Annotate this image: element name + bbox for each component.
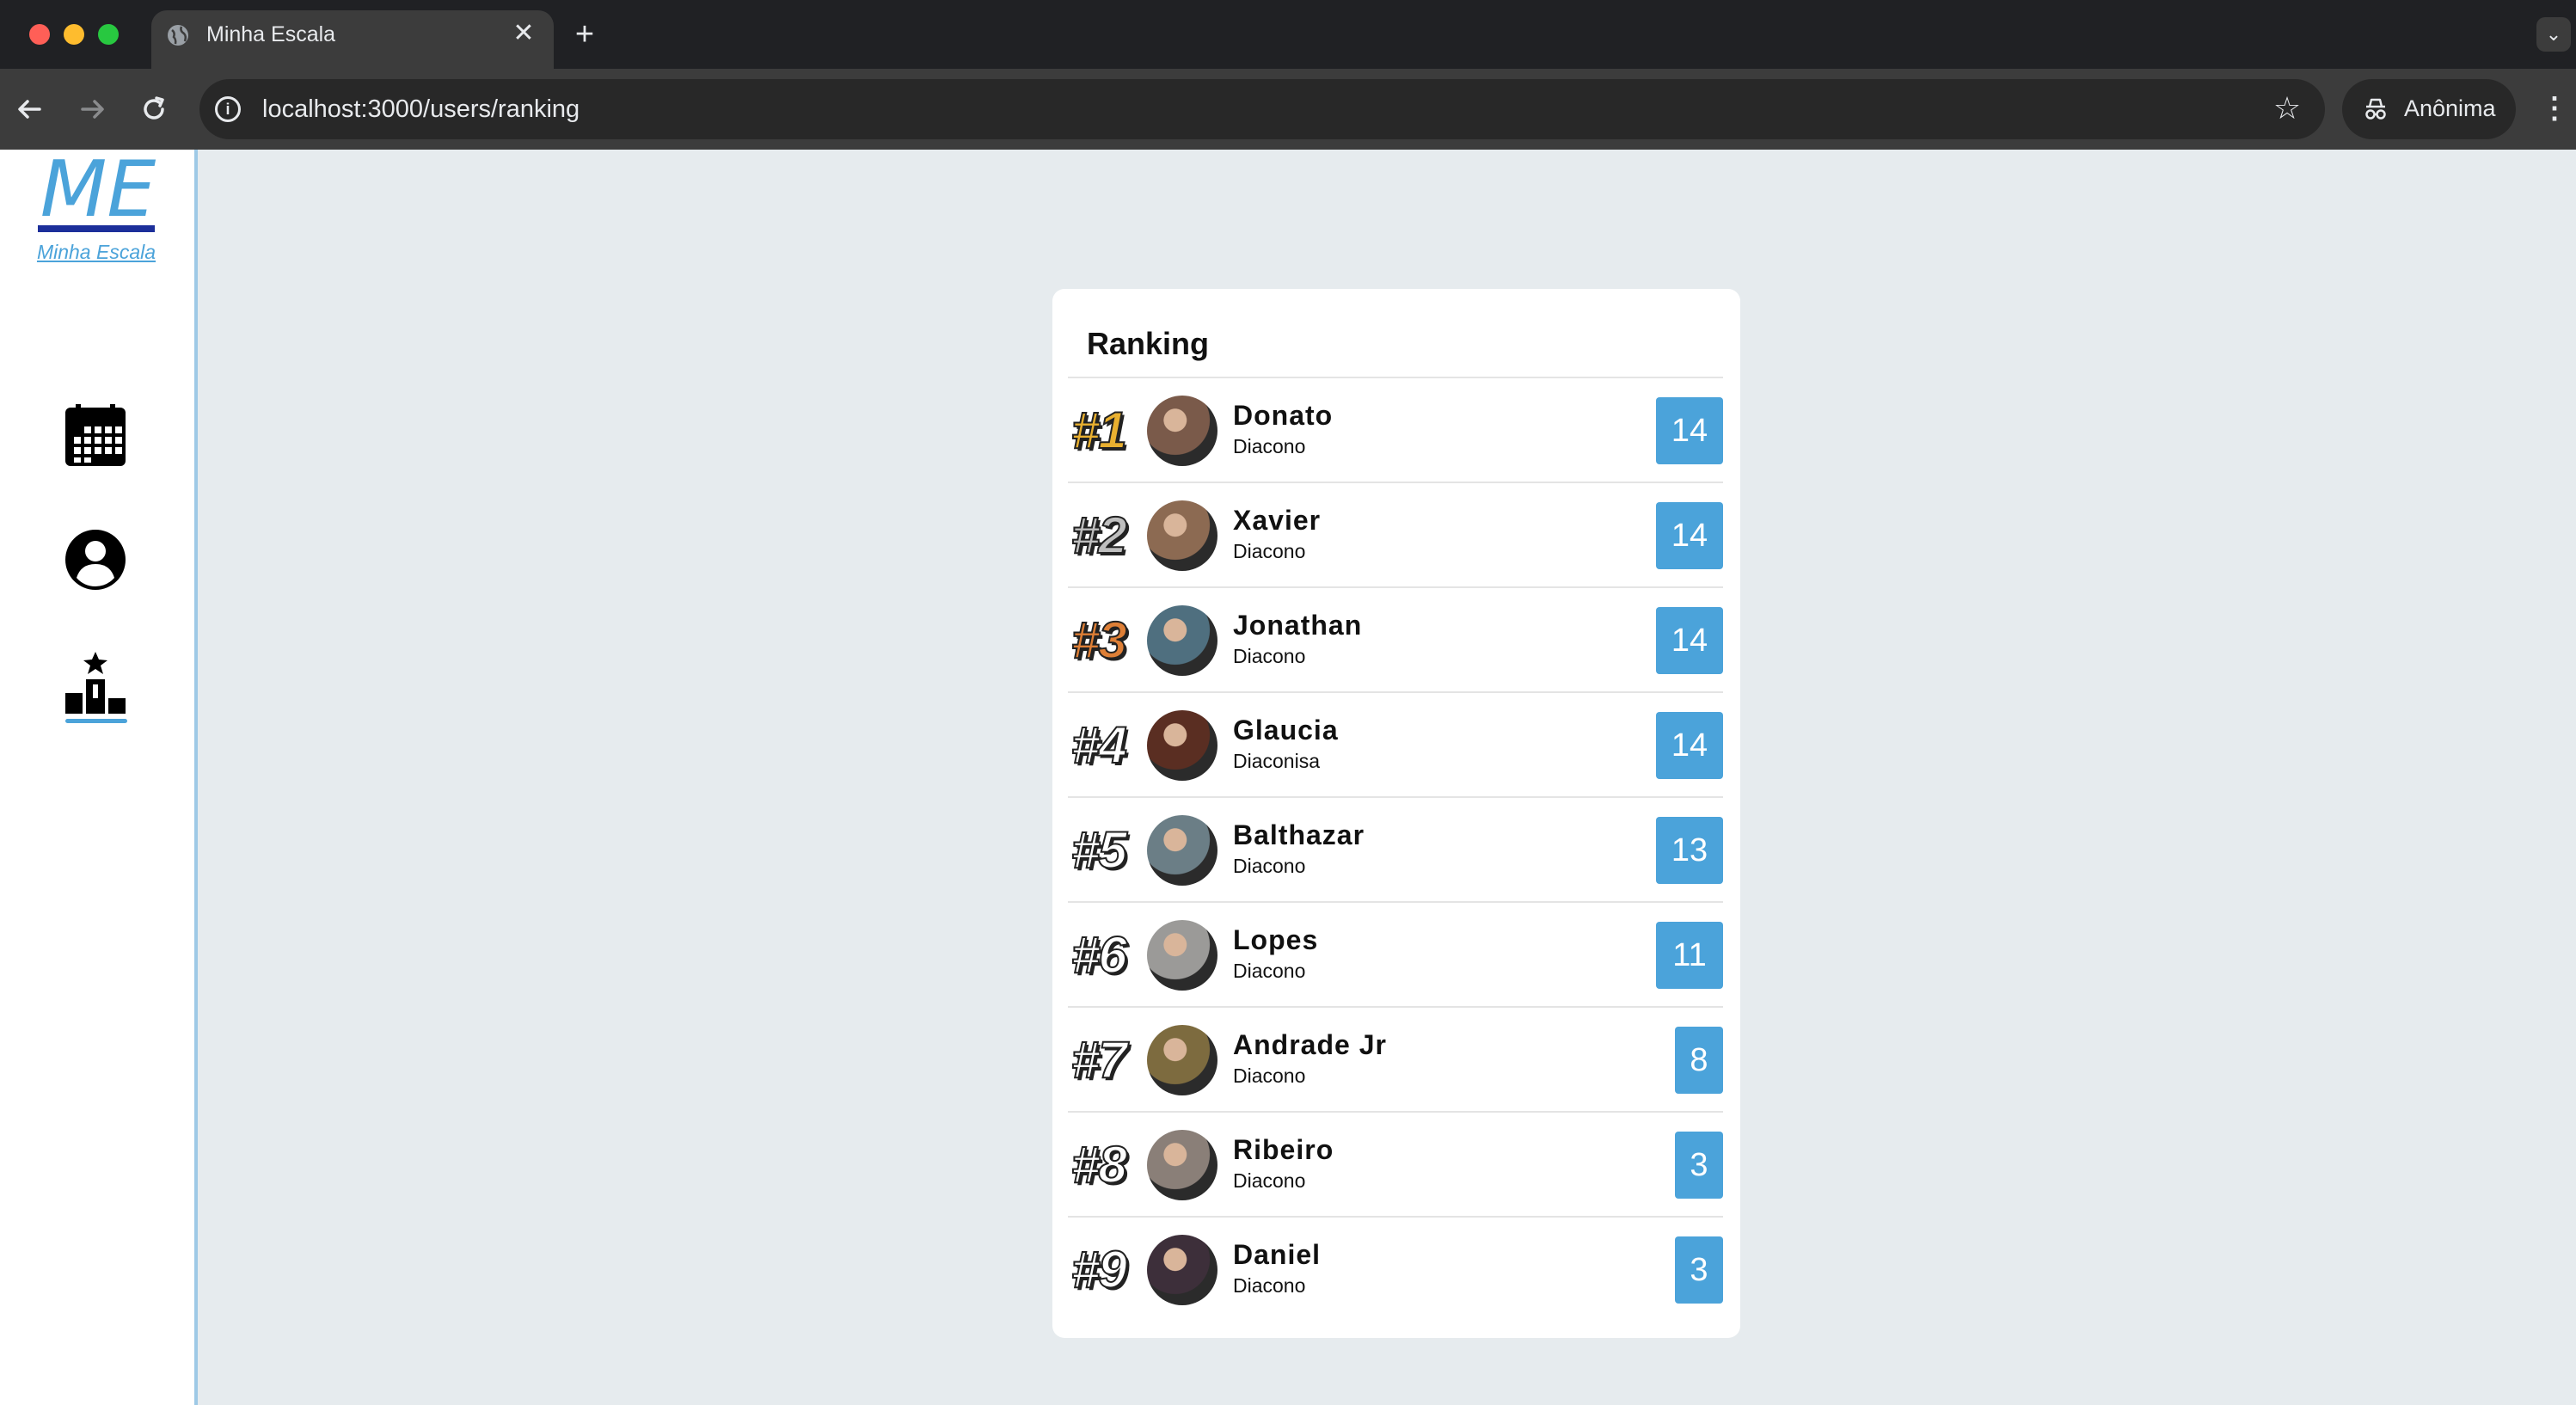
member-name: Glaucia xyxy=(1233,715,1339,745)
member-name: Daniel xyxy=(1233,1239,1322,1270)
browser-menu-icon[interactable]: ⋮ xyxy=(2540,89,2569,127)
rank-position: #5 xyxy=(1070,821,1128,880)
url-text[interactable]: localhost:3000/users/ranking xyxy=(262,93,580,126)
member-role: Diacono xyxy=(1233,540,1306,562)
rank-position: #3 xyxy=(1070,611,1128,670)
app-sidebar xyxy=(0,150,198,1405)
ranking-row: #8 Ribeiro Diacono 3 xyxy=(1068,1113,1723,1218)
member-role: Diacono xyxy=(1233,645,1306,667)
rank-position: #9 xyxy=(1070,1241,1128,1299)
tab-close-icon[interactable]: ✕ xyxy=(511,19,537,48)
member-role: Diacono xyxy=(1233,435,1306,457)
avatar xyxy=(1147,815,1217,886)
score-badge: 14 xyxy=(1656,397,1723,464)
close-window-button[interactable] xyxy=(29,24,50,45)
member-name: Lopes xyxy=(1233,924,1319,955)
app-logo-subtitle[interactable]: Minha Escala xyxy=(31,239,162,265)
avatar xyxy=(1147,396,1217,466)
tab-search-button[interactable]: ⌄ xyxy=(2536,17,2571,52)
avatar xyxy=(1147,605,1217,676)
avatar xyxy=(1147,920,1217,991)
rank-position: #4 xyxy=(1070,716,1128,775)
member-name: Balthazar xyxy=(1233,819,1365,850)
minimize-window-button[interactable] xyxy=(64,24,84,45)
ranking-title: Ranking xyxy=(1087,326,1210,361)
active-nav-indicator xyxy=(65,719,127,723)
ranking-row: #4 Glaucia Diaconisa 14 xyxy=(1068,693,1723,798)
rank-position: #1 xyxy=(1070,402,1128,460)
ranking-row: #6 Lopes Diacono 11 xyxy=(1068,903,1723,1008)
member-name: Xavier xyxy=(1233,505,1322,536)
bookmark-star-icon[interactable]: ☆ xyxy=(2268,89,2306,127)
member-role: Diacono xyxy=(1233,1169,1306,1192)
rank-position: #2 xyxy=(1070,506,1128,565)
avatar xyxy=(1147,710,1217,781)
member-role: Diaconisa xyxy=(1233,750,1320,772)
avatar xyxy=(1147,500,1217,571)
member-name: Ribeiro xyxy=(1233,1134,1334,1165)
ranking-row: #1 Donato Diacono 14 xyxy=(1068,378,1723,483)
score-badge: 11 xyxy=(1656,922,1723,989)
score-badge: 14 xyxy=(1656,502,1723,569)
score-badge: 13 xyxy=(1656,817,1723,884)
member-role: Diacono xyxy=(1233,960,1306,982)
ranking-row: #2 Xavier Diacono 14 xyxy=(1068,483,1723,588)
avatar xyxy=(1147,1235,1217,1305)
rank-position: #6 xyxy=(1070,926,1128,985)
member-role: Diacono xyxy=(1233,1064,1306,1087)
ranking-row: #7 Andrade Jr Diacono 8 xyxy=(1068,1008,1723,1113)
app-logo[interactable]: ME xyxy=(38,151,158,229)
score-badge: 8 xyxy=(1675,1027,1723,1094)
ranking-row: #5 Balthazar Diacono 13 xyxy=(1068,798,1723,903)
member-name: Donato xyxy=(1233,400,1334,431)
incognito-icon xyxy=(2365,98,2386,120)
calendar-icon[interactable] xyxy=(62,402,129,469)
score-badge: 3 xyxy=(1675,1236,1723,1304)
globe-icon xyxy=(168,25,188,46)
avatar xyxy=(1147,1130,1217,1200)
profile-label: Anônima xyxy=(2404,95,2496,121)
avatar xyxy=(1147,1025,1217,1095)
member-name: Jonathan xyxy=(1233,610,1363,641)
member-role: Diacono xyxy=(1233,855,1306,877)
rank-position: #8 xyxy=(1070,1136,1128,1194)
new-tab-button[interactable]: + xyxy=(567,17,602,52)
ranking-row: #9 Daniel Diacono 3 xyxy=(1068,1218,1723,1322)
back-arrow-icon[interactable] xyxy=(12,91,48,127)
score-badge: 14 xyxy=(1656,712,1723,779)
site-info-icon[interactable]: i xyxy=(215,96,241,122)
rank-position: #7 xyxy=(1070,1031,1128,1089)
score-badge: 14 xyxy=(1656,607,1723,674)
score-badge: 3 xyxy=(1675,1132,1723,1199)
logo-underline xyxy=(38,225,155,232)
podium-icon[interactable] xyxy=(62,650,129,717)
user-icon[interactable] xyxy=(62,526,129,593)
reload-icon[interactable] xyxy=(136,91,172,127)
member-name: Andrade Jr xyxy=(1233,1029,1387,1060)
tab-title: Minha Escala xyxy=(206,22,336,46)
member-role: Diacono xyxy=(1233,1274,1306,1297)
forward-arrow-icon[interactable] xyxy=(74,91,110,127)
ranking-row: #3 Jonathan Diacono 14 xyxy=(1068,588,1723,693)
maximize-window-button[interactable] xyxy=(98,24,119,45)
